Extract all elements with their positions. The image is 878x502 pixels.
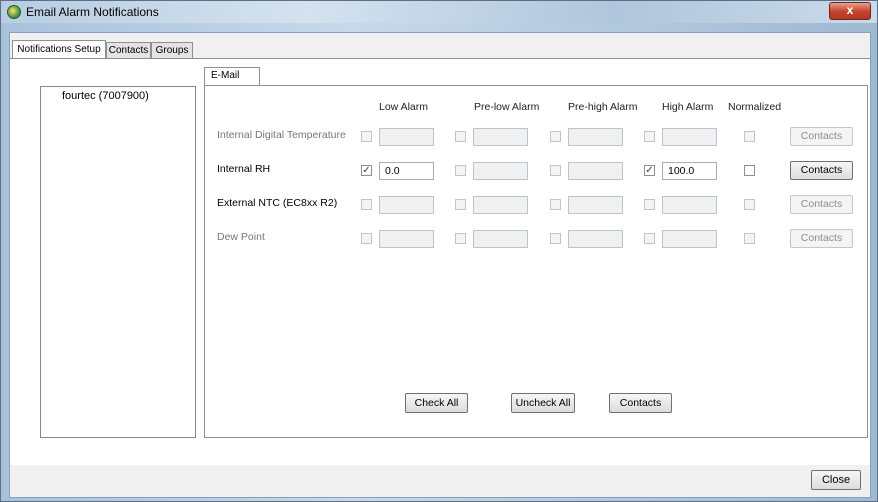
pre-low-alarm-checkbox[interactable] [455,131,466,142]
low-alarm-value-input[interactable]: 0.0 [379,162,434,180]
row-contacts-button[interactable]: Contacts [790,127,853,146]
pre-low-alarm-value-input[interactable] [473,196,528,214]
pre-low-alarm-checkbox[interactable] [455,199,466,210]
pre-low-alarm-value-input[interactable] [473,128,528,146]
high-alarm-value-input[interactable] [662,230,717,248]
normalized-checkbox[interactable] [744,165,755,176]
pre-high-alarm-checkbox[interactable] [550,131,561,142]
email-alarm-window: Email Alarm Notifications x Notification… [0,0,878,502]
high-alarm-value-input[interactable] [662,128,717,146]
normalized-checkbox[interactable] [744,199,755,210]
email-panel: Low Alarm Pre-low Alarm Pre-high Alarm H… [204,85,868,438]
window-close-button[interactable]: x [829,2,871,20]
low-alarm-value-input[interactable] [379,128,434,146]
low-alarm-value-input[interactable] [379,196,434,214]
pre-high-alarm-checkbox[interactable] [550,199,561,210]
uncheck-all-button[interactable]: Uncheck All [511,393,575,413]
row-contacts-button[interactable]: Contacts [790,195,853,214]
title-bar: Email Alarm Notifications x [1,1,877,23]
column-header-pre-high-alarm: Pre-high Alarm [568,101,638,113]
row-label: Dew Point [217,231,265,243]
high-alarm-value-input[interactable] [662,196,717,214]
high-alarm-checkbox[interactable]: ✓ [644,165,655,176]
high-alarm-checkbox[interactable] [644,131,655,142]
high-alarm-checkbox[interactable] [644,233,655,244]
tab-email[interactable]: E-Mail [204,67,260,86]
pre-high-alarm-checkbox[interactable] [550,165,561,176]
row-label: Internal Digital Temperature [217,129,346,141]
pre-high-alarm-value-input[interactable] [568,230,623,248]
pre-high-alarm-value-input[interactable] [568,196,623,214]
low-alarm-checkbox[interactable] [361,199,372,210]
pre-low-alarm-checkbox[interactable] [455,165,466,176]
column-header-normalized: Normalized [728,101,782,113]
high-alarm-checkbox[interactable] [644,199,655,210]
column-header-pre-low-alarm: Pre-low Alarm [474,101,540,113]
check-all-button[interactable]: Check All [405,393,468,413]
window-title: Email Alarm Notifications [26,5,159,19]
tab-groups[interactable]: Groups [151,42,193,58]
pre-low-alarm-value-input[interactable] [473,230,528,248]
close-button[interactable]: Close [811,470,861,490]
tab-contacts[interactable]: Contacts [106,42,151,58]
low-alarm-value-input[interactable] [379,230,434,248]
low-alarm-checkbox[interactable]: ✓ [361,165,372,176]
row-contacts-button[interactable]: Contacts [790,229,853,248]
contacts-button[interactable]: Contacts [609,393,672,413]
normalized-checkbox[interactable] [744,131,755,142]
pre-high-alarm-checkbox[interactable] [550,233,561,244]
client-area: Notifications Setup Contacts Groups four… [9,32,871,498]
pre-low-alarm-checkbox[interactable] [455,233,466,244]
row-label: External NTC (EC8xx R2) [217,197,338,209]
pre-high-alarm-value-input[interactable] [568,128,623,146]
column-header-high-alarm: High Alarm [662,101,714,113]
low-alarm-checkbox[interactable] [361,131,372,142]
high-alarm-value-input[interactable]: 100.0 [662,162,717,180]
tab-notifications-setup[interactable]: Notifications Setup [12,40,106,58]
row-contacts-button[interactable]: Contacts [790,161,853,180]
tree-item-device[interactable]: fourtec (7007900) [62,90,149,102]
column-header-low-alarm: Low Alarm [379,101,429,113]
pre-high-alarm-value-input[interactable] [568,162,623,180]
device-tree[interactable]: fourtec (7007900) [40,86,196,438]
pre-low-alarm-value-input[interactable] [473,162,528,180]
app-icon [7,5,21,19]
low-alarm-checkbox[interactable] [361,233,372,244]
row-label: Internal RH [217,163,271,175]
normalized-checkbox[interactable] [744,233,755,244]
